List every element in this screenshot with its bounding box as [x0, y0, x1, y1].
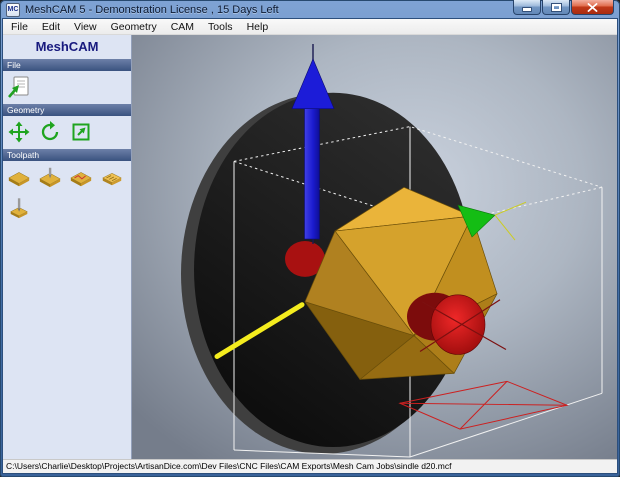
menu-item-view[interactable]: View: [67, 20, 104, 34]
menu-item-edit[interactable]: Edit: [35, 20, 67, 34]
toolpath-pencil-icon: [69, 166, 93, 188]
rotate-icon: [39, 121, 61, 143]
menu-item-help[interactable]: Help: [240, 20, 276, 34]
menu-item-geometry[interactable]: Geometry: [104, 20, 164, 34]
scale-button[interactable]: [68, 119, 94, 145]
titlebar: MC MeshCAM 5 - Demonstration License , 1…: [0, 0, 620, 19]
window-controls: [512, 0, 614, 15]
open-file-button[interactable]: [6, 74, 32, 100]
maximize-button[interactable]: [542, 0, 570, 15]
sidebar: MeshCAM File Geometry: [3, 35, 132, 459]
viewport-3d[interactable]: [132, 35, 617, 459]
toolpath-pencil-button[interactable]: [68, 164, 94, 190]
section-header-geometry: Geometry: [3, 104, 131, 116]
menu-item-tools[interactable]: Tools: [201, 20, 240, 34]
statusbar-file-path: C:\Users\Charlie\Desktop\Projects\Artisa…: [6, 461, 451, 471]
meshcam-window: MC MeshCAM 5 - Demonstration License , 1…: [0, 0, 620, 477]
toolpath-tool-row: [3, 163, 131, 225]
geometry-tool-row: [3, 118, 131, 149]
open-file-icon: [7, 75, 31, 99]
close-button[interactable]: [571, 0, 614, 15]
minimize-icon: [522, 7, 532, 12]
toolpath-parallel-button[interactable]: [99, 164, 125, 190]
scale-icon: [70, 121, 92, 143]
scene-canvas: [132, 35, 617, 459]
sidebar-title: MeshCAM: [3, 35, 131, 59]
move-button[interactable]: [6, 119, 32, 145]
close-icon: [587, 3, 598, 12]
app-icon: MC: [6, 3, 20, 17]
rotate-button[interactable]: [37, 119, 63, 145]
menu-item-file[interactable]: File: [4, 20, 35, 34]
move-icon: [8, 121, 30, 143]
menu-item-cam[interactable]: CAM: [164, 20, 201, 34]
section-header-file: File: [3, 59, 131, 71]
file-tool-row: [3, 73, 131, 104]
statusbar: C:\Users\Charlie\Desktop\Projects\Artisa…: [3, 459, 617, 473]
content: MeshCAM File Geometry: [3, 35, 617, 459]
toolpath-drill-icon: [7, 197, 31, 219]
sidebar-filler: [3, 225, 131, 459]
maximize-icon: [552, 4, 561, 11]
menubar: File Edit View Geometry CAM Tools Help: [3, 19, 617, 35]
toolpath-rough-icon: [7, 166, 31, 188]
minimize-button[interactable]: [513, 0, 541, 15]
toolpath-rough-button[interactable]: [6, 164, 32, 190]
section-header-toolpath: Toolpath: [3, 149, 131, 161]
toolpath-parallel-icon: [100, 166, 124, 188]
main-frame: File Edit View Geometry CAM Tools Help M…: [3, 19, 617, 473]
toolpath-tool-icon: [38, 166, 62, 188]
toolpath-drill-button[interactable]: [6, 195, 32, 221]
toolpath-tool-button[interactable]: [37, 164, 63, 190]
